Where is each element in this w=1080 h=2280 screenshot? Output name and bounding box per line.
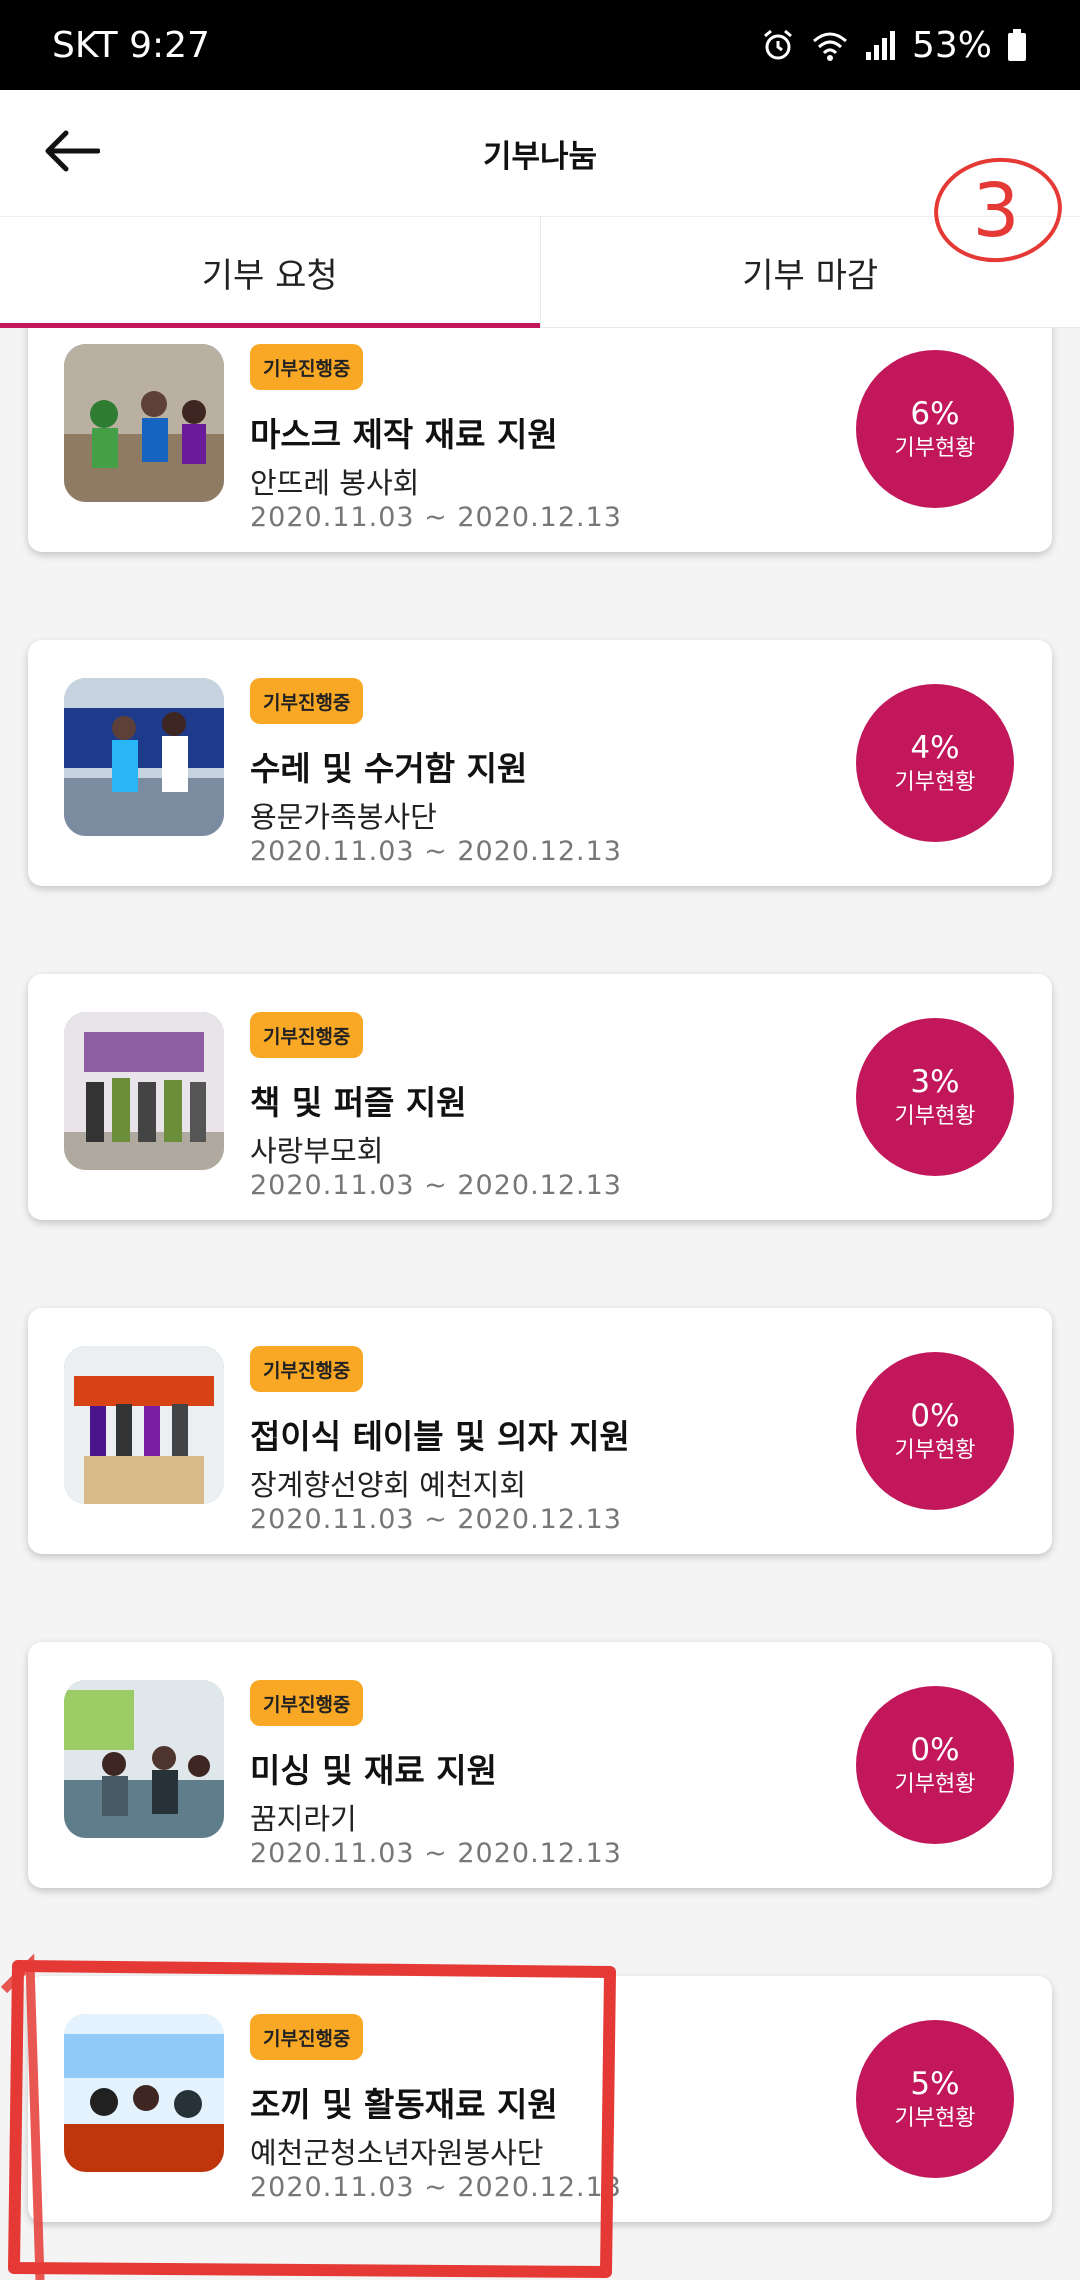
donation-period: 2020.11.03 ~ 2020.12.13 (250, 1504, 622, 1535)
progress-label: 기부현황 (894, 436, 976, 461)
back-button[interactable] (40, 120, 102, 182)
signal-icon (864, 28, 898, 62)
progress-label: 기부현황 (894, 1772, 976, 1797)
thumbnail-image (64, 344, 224, 502)
progress-value: 0% (910, 1398, 960, 1434)
donation-organization: 용문가족봉사단 (250, 800, 437, 834)
progress-circle: 4% 기부현황 (856, 684, 1014, 842)
status-badge: 기부진행중 (250, 344, 364, 390)
donation-period: 2020.11.03 ~ 2020.12.13 (250, 836, 622, 867)
progress-circle: 6% 기부현황 (856, 350, 1014, 508)
status-badge: 기부진행중 (250, 1680, 364, 1726)
donation-title: 미싱 및 재료 지원 (250, 1751, 497, 1790)
donation-title: 책 및 퍼즐 지원 (250, 1083, 467, 1122)
progress-circle: 0% 기부현황 (856, 1686, 1014, 1844)
status-bar: SKT 9:27 53% (0, 0, 1080, 90)
progress-label: 기부현황 (894, 770, 976, 795)
donation-period: 2020.11.03 ~ 2020.12.13 (250, 1838, 622, 1869)
status-badge: 기부진행중 (250, 1012, 364, 1058)
status-badge: 기부진행중 (250, 678, 364, 724)
thumbnail-image (64, 1680, 224, 1838)
app-header: 기부나눔 (0, 90, 1080, 216)
donation-organization: 안뜨레 봉사회 (250, 466, 420, 500)
progress-circle: 3% 기부현황 (856, 1018, 1014, 1176)
status-right: 53% (760, 25, 1028, 66)
donation-card[interactable]: 기부진행중 책 및 퍼즐 지원 사랑부모회 2020.11.03 ~ 2020.… (28, 974, 1052, 1220)
donation-title: 수레 및 수거함 지원 (250, 749, 528, 788)
donation-card[interactable]: 기부진행중 조끼 및 활동재료 지원 예천군청소년자원봉사단 2020.11.0… (28, 1976, 1052, 2222)
progress-value: 3% (910, 1064, 960, 1100)
wifi-icon (810, 27, 850, 63)
donation-organization: 꿈지라기 (250, 1802, 357, 1836)
donation-card[interactable]: 기부진행중 미싱 및 재료 지원 꿈지라기 2020.11.03 ~ 2020.… (28, 1642, 1052, 1888)
donation-period: 2020.11.03 ~ 2020.12.13 (250, 502, 622, 533)
progress-circle: 5% 기부현황 (856, 2020, 1014, 2178)
arrow-left-icon (45, 130, 100, 172)
donation-organization: 예천군청소년자원봉사단 (250, 2136, 544, 2170)
annotation-circled-number: 3 (934, 157, 1062, 263)
tab-donation-request[interactable]: 기부 요청 (0, 217, 540, 328)
progress-value: 4% (910, 730, 960, 766)
donation-card[interactable]: 기부진행중 마스크 제작 재료 지원 안뜨레 봉사회 2020.11.03 ~ … (28, 328, 1052, 552)
donation-card[interactable]: 기부진행중 접이식 테이블 및 의자 지원 장계향선양회 예천지회 2020.1… (28, 1308, 1052, 1554)
progress-label: 기부현황 (894, 1104, 976, 1129)
status-left: SKT 9:27 (52, 25, 210, 66)
progress-value: 0% (910, 1732, 960, 1768)
status-badge: 기부진행중 (250, 2014, 364, 2060)
donation-title: 마스크 제작 재료 지원 (250, 415, 558, 454)
donation-list: 기부진행중 마스크 제작 재료 지원 안뜨레 봉사회 2020.11.03 ~ … (0, 328, 1080, 2280)
donation-card[interactable]: 기부진행중 수레 및 수거함 지원 용문가족봉사단 2020.11.03 ~ 2… (28, 640, 1052, 886)
alarm-icon (760, 27, 796, 63)
status-badge: 기부진행중 (250, 1346, 364, 1392)
thumbnail-image (64, 1012, 224, 1170)
donation-organization: 장계향선양회 예천지회 (250, 1468, 527, 1502)
carrier: SKT (52, 24, 118, 66)
annotation-number: 3 (972, 168, 1019, 254)
thumbnail-image (64, 678, 224, 836)
donation-organization: 사랑부모회 (250, 1134, 384, 1168)
progress-label: 기부현황 (894, 1438, 976, 1463)
progress-label: 기부현황 (894, 2106, 976, 2131)
donation-period: 2020.11.03 ~ 2020.12.13 (250, 1170, 622, 1201)
progress-circle: 0% 기부현황 (856, 1352, 1014, 1510)
thumbnail-image (64, 2014, 224, 2172)
donation-title: 접이식 테이블 및 의자 지원 (250, 1417, 630, 1456)
battery-icon (1006, 28, 1028, 62)
battery-percent: 53% (911, 24, 992, 66)
donation-period: 2020.11.03 ~ 2020.12.13 (250, 2172, 622, 2203)
donation-title: 조끼 및 활동재료 지원 (250, 2085, 558, 2124)
page-title: 기부나눔 (482, 138, 598, 175)
thumbnail-image (64, 1346, 224, 1504)
progress-value: 6% (910, 396, 960, 432)
clock: 9:27 (129, 24, 210, 66)
progress-value: 5% (910, 2066, 960, 2102)
tab-bar: 기부 요청 기부 마감 (0, 216, 1080, 328)
